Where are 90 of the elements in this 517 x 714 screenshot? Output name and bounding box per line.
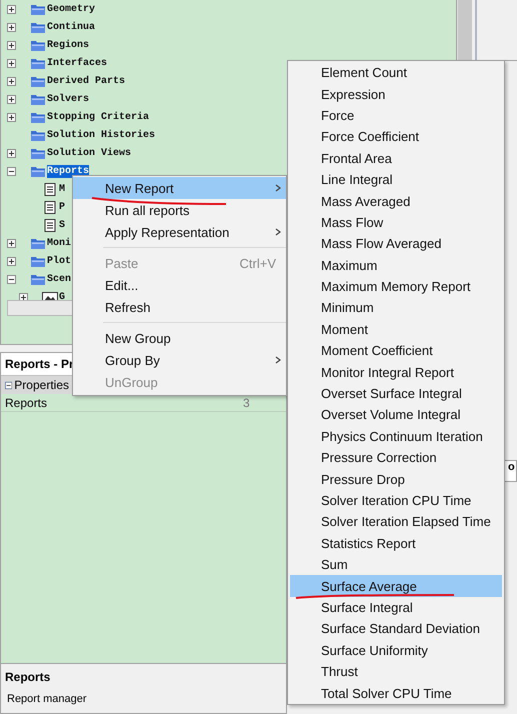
property-value: 3	[242, 396, 250, 410]
vertical-scrollbar[interactable]	[457, 0, 472, 60]
menu-item[interactable]: Apply Representation	[73, 221, 286, 243]
folder-icon	[30, 2, 46, 16]
tree-item[interactable]: Solvers	[47, 92, 90, 106]
menu-item[interactable]: Element Count	[290, 62, 502, 84]
tree-item[interactable]: Solution Histories	[47, 128, 156, 142]
expand-icon[interactable]	[7, 238, 16, 248]
menu-item[interactable]: Solver Iteration CPU Time	[290, 490, 502, 512]
description-title: Reports	[5, 670, 52, 684]
menu-item[interactable]: Surface Uniformity	[290, 640, 502, 661]
document-icon	[42, 182, 58, 196]
tree-item[interactable]: Interfaces	[47, 56, 108, 70]
menu-item[interactable]: Pressure Drop	[290, 468, 502, 490]
tree-item[interactable]: G	[59, 290, 66, 300]
folder-icon	[30, 20, 46, 34]
folder-icon	[30, 128, 46, 142]
menu-item[interactable]: Mass Flow	[290, 212, 502, 234]
menu-item[interactable]: Moment Coefficient	[290, 340, 502, 362]
folder-icon	[30, 38, 46, 52]
menu-item[interactable]: Mass Flow Averaged	[290, 233, 502, 255]
tree-item[interactable]: Stopping Criteria	[47, 110, 150, 124]
menu-item[interactable]: Maximum	[290, 254, 502, 276]
menu-item[interactable]: Expression	[290, 83, 502, 105]
folder-icon	[30, 110, 46, 124]
tree-item[interactable]: Geometry	[47, 2, 96, 16]
folder-icon	[30, 56, 46, 70]
menu-item[interactable]: Maximum Memory Report	[290, 276, 502, 298]
tree-item[interactable]: S	[59, 218, 66, 232]
menu-item[interactable]: Frontal Area	[290, 148, 502, 169]
description-text: Report manager	[6, 693, 88, 705]
menu-item[interactable]: Overset Surface Integral	[290, 382, 502, 404]
tree-item[interactable]: P	[59, 200, 66, 214]
tree-item[interactable]: M	[59, 182, 66, 196]
collapse-icon[interactable]	[7, 274, 16, 284]
collapse-icon[interactable]	[5, 380, 12, 390]
menu-item[interactable]: Surface Average	[290, 575, 502, 597]
expand-icon[interactable]	[7, 22, 16, 32]
folder-icon	[30, 236, 46, 250]
expand-icon[interactable]	[7, 94, 16, 104]
tree-item[interactable]: Regions	[47, 38, 90, 52]
expand-icon[interactable]	[7, 40, 16, 50]
menu-item[interactable]: Surface Integral	[290, 596, 502, 618]
section-label: Properties	[14, 378, 69, 392]
menu-item[interactable]: Run all reports	[73, 199, 286, 221]
menu-item[interactable]: Minimum	[290, 297, 502, 319]
folder-icon	[30, 254, 46, 268]
menu-item[interactable]: Pressure Correction	[290, 447, 502, 468]
menu-item[interactable]: Refresh	[73, 296, 286, 318]
menu-item[interactable]: Sum	[290, 554, 502, 576]
menu-item[interactable]: New Report	[73, 177, 286, 199]
menu-item[interactable]: Physics Continuum Iteration	[290, 426, 502, 448]
folder-icon	[30, 146, 46, 160]
expand-icon[interactable]	[19, 292, 28, 300]
folder-icon	[30, 272, 46, 286]
menu-item[interactable]: Force	[290, 104, 502, 126]
menu-item[interactable]: Surface Standard Deviation	[290, 618, 502, 640]
tree-item[interactable]: Moni	[47, 236, 72, 250]
menu-item[interactable]: Edit...	[73, 274, 286, 296]
menu-item[interactable]: New Group	[73, 327, 286, 349]
collapse-icon[interactable]	[7, 166, 16, 176]
menu-item[interactable]: Total Solver CPU Time	[290, 682, 502, 704]
document-icon	[42, 200, 58, 214]
tree-item[interactable]: Derived Parts	[47, 74, 126, 88]
expand-icon[interactable]	[7, 112, 16, 122]
tree-item[interactable]: Scen	[47, 272, 72, 286]
document-icon	[42, 218, 58, 232]
tree-item[interactable]: Plot	[47, 254, 72, 268]
image-icon	[42, 290, 58, 300]
expand-icon[interactable]	[7, 58, 16, 68]
menu-item[interactable]: Monitor Integral Report	[290, 361, 502, 383]
tree-item[interactable]: Reports	[47, 164, 90, 178]
property-name: Reports	[4, 396, 48, 410]
folder-icon	[30, 74, 46, 88]
folder-icon	[30, 92, 46, 106]
expand-icon[interactable]	[7, 148, 16, 158]
menu-item[interactable]: Thrust	[290, 660, 502, 682]
expand-icon[interactable]	[7, 76, 16, 86]
tree-item[interactable]: Solution Views	[47, 146, 132, 160]
expand-icon[interactable]	[7, 4, 16, 14]
menu-item[interactable]: Mass Averaged	[290, 190, 502, 212]
menu-item[interactable]: Overset Volume Integral	[290, 404, 502, 426]
menu-item[interactable]: Solver Iteration Elapsed Time	[290, 511, 502, 533]
menu-item[interactable]: Moment	[290, 318, 502, 340]
menu-item[interactable]: Statistics Report	[290, 532, 502, 554]
expand-icon[interactable]	[7, 256, 16, 266]
menu-item[interactable]: Force Coefficient	[290, 126, 502, 148]
menu-item[interactable]: Line Integral	[290, 168, 502, 190]
folder-icon	[30, 164, 46, 178]
tree-item[interactable]: Continua	[47, 20, 96, 34]
